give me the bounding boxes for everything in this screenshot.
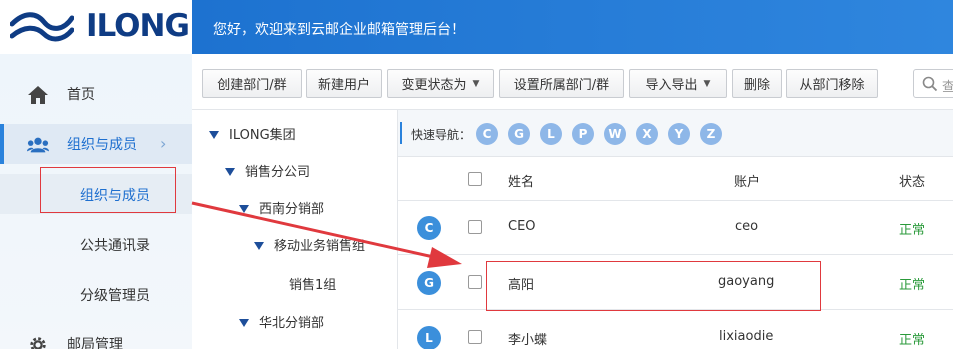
logo-area: ILONG	[0, 0, 192, 54]
letter-badge: G	[417, 271, 441, 295]
user-account: lixiaodie	[719, 329, 774, 344]
button-label: 新建用户	[317, 78, 370, 93]
tree-node-label: 移动业务销售组	[274, 239, 366, 254]
sidebar-subitem-sub-admins[interactable]: 分级管理员	[0, 274, 192, 314]
change-status-dropdown[interactable]: 变更状态为 ▼	[387, 69, 494, 98]
tree-node-sales1[interactable]: 销售1组	[289, 274, 336, 293]
users-icon	[27, 137, 49, 153]
tree-node-root[interactable]: ILONG集团	[209, 124, 296, 143]
button-label: 导入导出	[645, 78, 698, 93]
button-label: 创建部门/群	[217, 78, 287, 93]
toolbar: 创建部门/群 新建用户 变更状态为 ▼ 设置所属部门/群 导入导出 ▼ 删除 从…	[192, 54, 953, 110]
sidebar-subitem-label: 公共通讯录	[80, 238, 150, 254]
set-dept-button[interactable]: 设置所属部门/群	[499, 69, 624, 98]
letter-badge: L	[417, 326, 441, 349]
letter-badge: C	[417, 216, 441, 240]
user-name: 李小蝶	[508, 333, 548, 348]
sidebar-item-label: 邮局管理	[67, 337, 123, 349]
search-placeholder: 查	[942, 80, 953, 95]
sidebar-item-mail-management[interactable]: 邮局管理	[0, 324, 192, 349]
table-row[interactable]: L 李小蝶 lixiaodie 正常	[398, 311, 953, 349]
remove-from-dept-button[interactable]: 从部门移除	[786, 69, 878, 98]
tree-node-north[interactable]: 华北分销部	[239, 312, 324, 331]
quick-nav-letter[interactable]: P	[572, 123, 594, 145]
new-user-button[interactable]: 新建用户	[306, 69, 382, 98]
sidebar: 首页 组织与成员 › 组织与成员 公共通讯录 分级管理员 邮局管理	[0, 54, 192, 349]
sidebar-subitem-label: 分级管理员	[80, 288, 150, 304]
logo-text: ILONG	[86, 8, 190, 44]
table-header: 姓名 账户 状态	[398, 157, 953, 201]
search-icon	[922, 76, 938, 92]
sidebar-item-org[interactable]: 组织与成员 ›	[0, 124, 192, 164]
quick-nav: 快速导航： C G L P W X Y Z	[398, 110, 953, 157]
tree-node-label: 销售1组	[289, 278, 337, 293]
import-export-dropdown[interactable]: 导入导出 ▼	[629, 69, 727, 98]
caret-down-icon: ▼	[472, 78, 480, 89]
table-row[interactable]: G 高阳 gaoyang 正常	[398, 256, 953, 310]
button-label: 从部门移除	[799, 78, 865, 93]
expand-triangle-icon	[225, 167, 235, 176]
quick-nav-letter[interactable]: W	[604, 123, 626, 145]
tree-node-label: ILONG集团	[229, 128, 296, 143]
column-header-status: 状态	[899, 175, 926, 190]
home-icon	[28, 86, 48, 104]
sidebar-subitem-org-members[interactable]: 组织与成员	[0, 174, 192, 214]
expand-triangle-icon	[239, 318, 249, 327]
quick-nav-letter[interactable]: C	[476, 123, 498, 145]
select-all-checkbox[interactable]	[468, 172, 482, 186]
button-label: 删除	[743, 78, 770, 93]
sidebar-item-home[interactable]: 首页	[0, 74, 192, 114]
user-account: ceo	[735, 219, 759, 234]
expand-triangle-icon	[209, 130, 219, 139]
sidebar-subitem-label: 组织与成员	[80, 188, 150, 204]
table-row[interactable]: C CEO ceo 正常	[398, 201, 953, 255]
sidebar-subitem-public-contacts[interactable]: 公共通讯录	[0, 224, 192, 264]
quick-nav-letter[interactable]: G	[508, 123, 530, 145]
tree-node-mobile[interactable]: 移动业务销售组	[254, 235, 365, 254]
status-badge: 正常	[899, 223, 926, 238]
button-label: 设置所属部门/群	[513, 78, 610, 93]
top-header: 您好，欢迎来到云邮企业邮箱管理后台！	[192, 0, 953, 54]
caret-down-icon: ▼	[703, 78, 711, 89]
quick-nav-letter[interactable]: Y	[668, 123, 690, 145]
row-checkbox[interactable]	[468, 330, 482, 344]
quick-nav-label: 快速导航：	[411, 128, 472, 142]
row-checkbox[interactable]	[468, 275, 482, 289]
status-badge: 正常	[899, 333, 926, 348]
gear-icon	[30, 337, 46, 349]
expand-triangle-icon	[239, 204, 249, 213]
chevron-right-icon: ›	[160, 134, 167, 153]
tree-node-label: 西南分销部	[259, 202, 325, 217]
status-badge: 正常	[899, 278, 926, 293]
button-label: 变更状态为	[401, 78, 467, 93]
quick-nav-letter[interactable]: Z	[700, 123, 722, 145]
column-header-name: 姓名	[508, 175, 535, 190]
sidebar-item-label: 首页	[67, 87, 95, 103]
tree-node-label: 华北分销部	[259, 316, 325, 331]
tree-node-southwest[interactable]: 西南分销部	[239, 198, 324, 217]
welcome-text: 您好，欢迎来到云邮企业邮箱管理后台！	[213, 22, 465, 38]
tree-node-label: 销售分公司	[245, 165, 311, 180]
tree-node-sales[interactable]: 销售分公司	[225, 161, 310, 180]
user-account: gaoyang	[718, 274, 775, 289]
quick-nav-letter[interactable]: L	[540, 123, 562, 145]
user-name: CEO	[508, 219, 536, 234]
column-header-account: 账户	[734, 175, 761, 190]
sidebar-item-label: 组织与成员	[67, 137, 137, 153]
row-checkbox[interactable]	[468, 220, 482, 234]
logo-wave-icon	[10, 12, 74, 42]
create-dept-button[interactable]: 创建部门/群	[202, 69, 302, 98]
user-name: 高阳	[508, 278, 535, 293]
expand-triangle-icon	[254, 241, 264, 250]
search-input[interactable]: 查	[913, 69, 953, 98]
quick-nav-letter[interactable]: X	[636, 123, 658, 145]
org-tree: ILONG集团 销售分公司 西南分销部 移动业务销售组 销售1组 华北分销部	[192, 110, 398, 349]
delete-button[interactable]: 删除	[732, 69, 782, 98]
